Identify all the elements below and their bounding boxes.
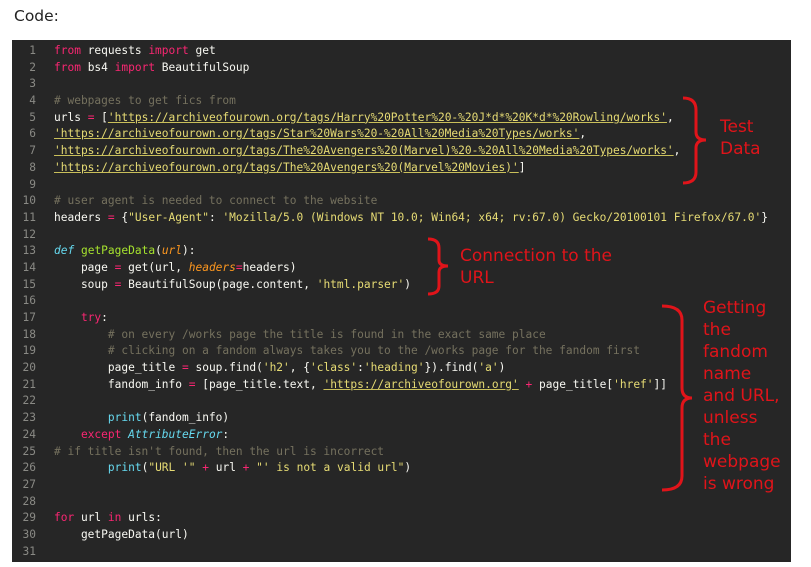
annotation-line: unless <box>703 408 758 428</box>
annotation-line: Data <box>720 139 761 159</box>
annotation-line: Getting <box>703 298 767 318</box>
annotation-line: URL <box>460 268 494 288</box>
annotation-line: Connection to the <box>460 246 612 266</box>
annotation-getting: Getting the fandom name and URL, unless … <box>703 297 781 495</box>
annotation-connection: Connection to the URL <box>460 245 612 289</box>
annotation-line: the <box>703 320 731 340</box>
annotation-line: the <box>703 430 731 450</box>
annotation-line: Test <box>720 117 754 137</box>
annotation-line: fandom <box>703 342 768 362</box>
brace-connection <box>427 237 449 296</box>
annotation-line: name <box>703 364 752 384</box>
brace-test-data <box>682 96 707 185</box>
annotation-line: and URL, <box>703 386 780 406</box>
annotation-test-data: Test Data <box>720 116 761 160</box>
annotation-line: is wrong <box>703 474 775 494</box>
brace-getting <box>661 304 693 492</box>
annotation-braces <box>427 96 707 492</box>
annotation-line: webpage <box>703 452 781 472</box>
